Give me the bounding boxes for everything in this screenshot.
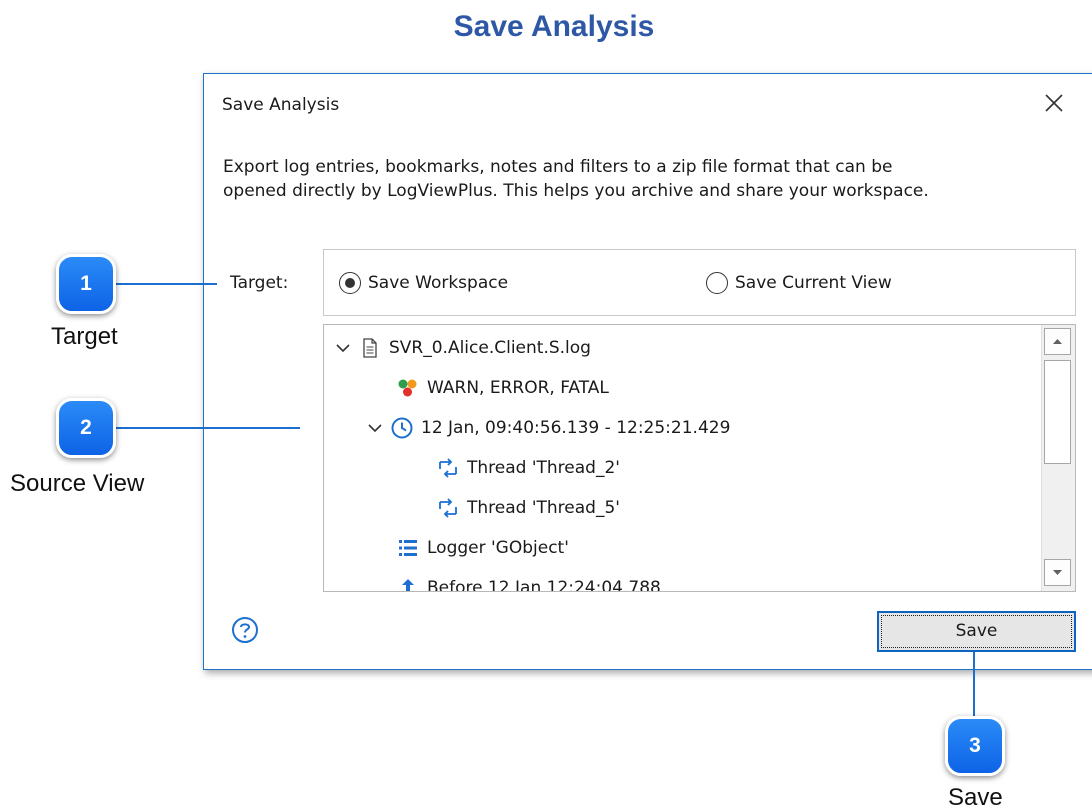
tree-item-log-file[interactable]: SVR_0.Alice.Client.S.log [332,331,591,365]
tree-item-label: Thread 'Thread_2' [467,458,620,478]
scroll-up-button[interactable] [1044,328,1071,355]
page-title: Save Analysis [453,10,655,43]
radio-checked-icon [339,272,361,294]
callout-1-line [112,283,217,285]
callout-1-label: Target [51,323,118,350]
level-filter-icon [398,379,417,397]
source-view-tree[interactable]: SVR_0.Alice.Client.S.log WARN, ERROR, FA… [323,324,1076,592]
target-label: Target: [230,273,289,293]
arrow-down-icon [1053,570,1062,575]
save-current-view-label: Save Current View [735,273,892,293]
callout-3-badge: 3 [945,716,1005,776]
save-analysis-dialog: Save Analysis Export log entries, bookma… [203,73,1092,670]
save-button[interactable]: Save [877,611,1076,652]
save-workspace-label: Save Workspace [368,273,509,293]
callout-2-label: Source View [10,470,145,497]
tree-item-thread-2[interactable]: Thread 'Thread_2' [436,451,620,485]
callout-2-badge: 2 [56,398,116,458]
tree-item-label: Logger 'GObject' [427,538,569,558]
description-line-1: Export log entries, bookmarks, notes and… [223,157,893,177]
tree-item-label: Thread 'Thread_5' [467,498,620,518]
tree-item-label: 12 Jan, 09:40:56.139 - 12:25:21.429 [421,418,731,438]
arrow-up-icon [1053,339,1062,344]
scroll-thumb[interactable] [1044,360,1071,464]
scroll-down-button[interactable] [1044,559,1071,586]
logger-icon [399,540,417,556]
dialog-title: Save Analysis [222,95,340,115]
chevron-down-icon[interactable] [364,417,386,439]
close-icon[interactable] [1039,88,1069,118]
dialog-description: Export log entries, bookmarks, notes and… [223,155,1092,203]
callout-2-line [112,427,300,429]
document-icon [363,338,377,358]
description-line-2: opened directly by LogViewPlus. This hel… [223,181,929,201]
radio-unchecked-icon [706,272,728,294]
tree-item-label: SVR_0.Alice.Client.S.log [389,338,591,358]
tree-scrollbar[interactable] [1041,325,1075,591]
thread-icon [439,458,457,478]
target-group: Save Workspace Save Current View [323,249,1076,316]
tree-item-label: Before 12 Jan 12:24:04.788 [427,578,661,592]
tree-item-level-filter[interactable]: WARN, ERROR, FATAL [396,371,609,405]
chevron-down-icon[interactable] [332,337,354,359]
tree-item-thread-5[interactable]: Thread 'Thread_5' [436,491,620,525]
tree-item-before[interactable]: Before 12 Jan 12:24:04.788 [396,571,661,592]
tree-item-logger[interactable]: Logger 'GObject' [396,531,569,565]
clock-icon [391,417,413,439]
save-workspace-radio[interactable]: Save Workspace [339,272,508,294]
save-current-view-radio[interactable]: Save Current View [706,272,892,294]
thread-icon [439,498,457,518]
help-icon[interactable] [230,615,260,645]
callout-3-line [973,652,975,720]
tree-item-label: WARN, ERROR, FATAL [427,378,609,398]
before-icon [402,579,414,591]
callout-3-label: Save [948,784,1003,811]
callout-1-badge: 1 [56,254,116,314]
tree-item-time-range[interactable]: 12 Jan, 09:40:56.139 - 12:25:21.429 [364,411,730,445]
